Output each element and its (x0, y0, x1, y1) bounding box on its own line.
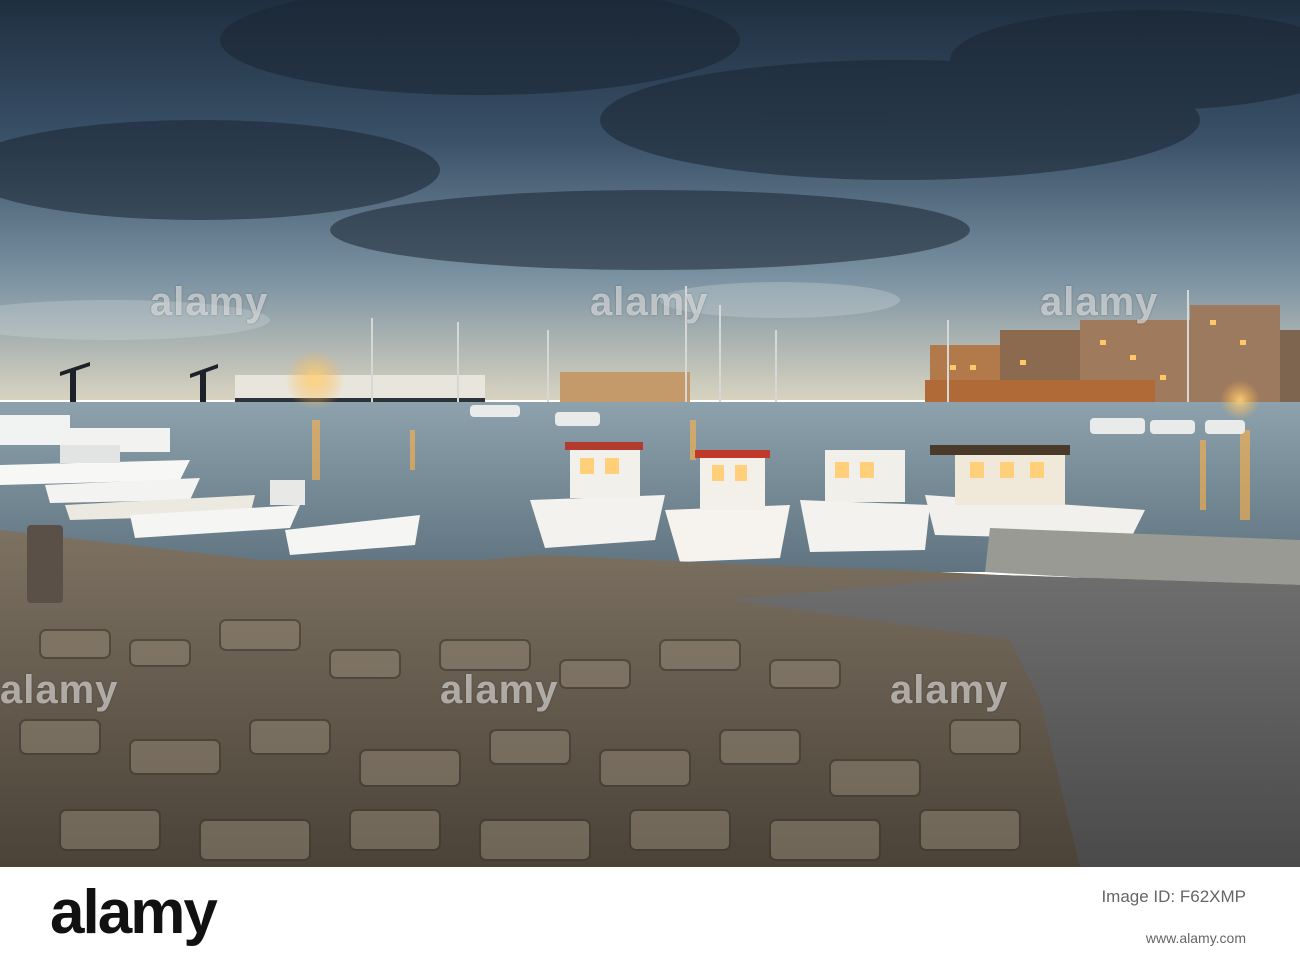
image-id-label: Image ID: F62XMP (1101, 887, 1246, 906)
watermark-text: alamy (1040, 280, 1159, 324)
watermark-text: alamy (590, 280, 709, 324)
watermark-text: alamy (150, 280, 269, 324)
site-url: www.alamy.com (1145, 930, 1246, 946)
watermark-text: alamy (890, 668, 1009, 712)
watermark-text: alamy (440, 668, 559, 712)
bollard (27, 525, 63, 603)
harbor-photo (0, 0, 1300, 867)
brand-logo: alamy (50, 878, 218, 947)
watermark-text: alamy (0, 668, 119, 712)
